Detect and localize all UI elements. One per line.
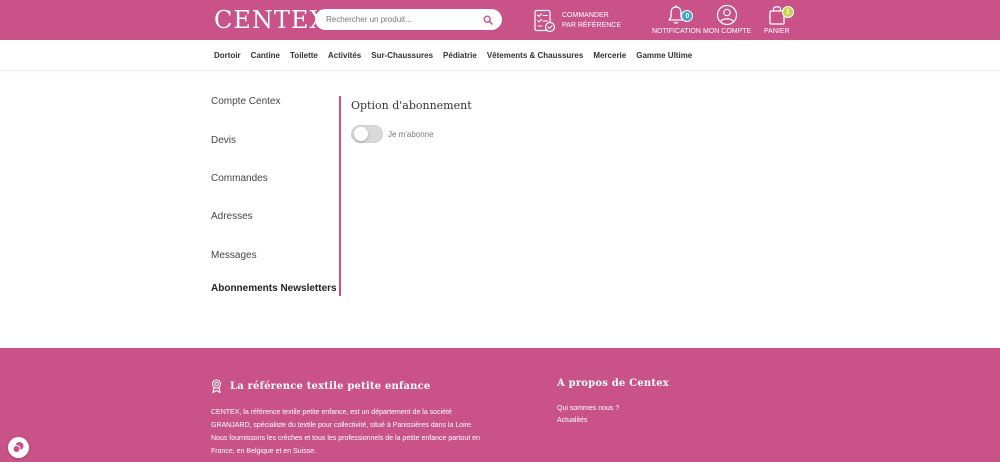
account-button[interactable]: Mon compte: [703, 4, 751, 35]
footer-about-title: La référence textile petite enfance: [230, 380, 431, 392]
nav-item-mercerie[interactable]: Mercerie: [593, 51, 626, 60]
top-header: CENTEX Commander par référence: [0, 0, 1000, 40]
nav-item-activites[interactable]: Activités: [328, 51, 361, 60]
chat-button[interactable]: [8, 437, 29, 458]
cart-label: Panier: [764, 28, 790, 35]
notification-button[interactable]: 0 Notification: [652, 4, 701, 35]
nav-item-sur-chaussures[interactable]: Sur-Chaussures: [371, 51, 433, 60]
sidebar-item-newsletters[interactable]: Abonnements Newsletters: [211, 283, 337, 294]
cart-button[interactable]: 1 Panier: [764, 4, 794, 35]
footer-about-text: CENTEX, la référence textile petite enfa…: [211, 409, 480, 455]
nav-item-pediatrie[interactable]: Pédiatrie: [443, 51, 477, 60]
nav-item-cantine[interactable]: Cantine: [251, 51, 280, 60]
notification-count-badge: 0: [681, 10, 694, 22]
footer: La référence textile petite enfance CENT…: [0, 348, 1000, 462]
sidebar-item-devis[interactable]: Devis: [211, 135, 236, 146]
nav-item-vetements-chaussures[interactable]: Vêtements & Chaussures: [487, 51, 583, 60]
checklist-icon: [534, 9, 556, 33]
subscription-panel: Option d'abonnement Je m'abonne: [351, 99, 472, 143]
subscribe-toggle-row: Je m'abonne: [351, 125, 434, 143]
sidebar-item-compte-centex[interactable]: Compte Centex: [211, 96, 280, 107]
footer-links-title: A propos de Centex: [557, 378, 669, 389]
cart-count-badge: 1: [781, 6, 794, 18]
search-box: [315, 9, 502, 30]
user-icon: [717, 4, 738, 26]
footer-link-actualites[interactable]: Actualités: [557, 415, 669, 427]
nav-item-gamme-ultime[interactable]: Gamme Ultime: [636, 51, 692, 60]
footer-about-column: La référence textile petite enfance CENT…: [211, 379, 491, 458]
nav-item-toilette[interactable]: Toilette: [290, 51, 318, 60]
order-by-reference-label: Commander par référence: [562, 12, 621, 29]
toggle-knob: [354, 127, 368, 141]
footer-link-qui-sommes-nous[interactable]: Qui sommes nous ?: [557, 403, 669, 415]
notification-label: Notification: [652, 28, 701, 35]
page-title: Option d'abonnement: [351, 99, 472, 112]
account-sidebar: Compte Centex Devis Commandes Adresses M…: [211, 96, 341, 296]
subscribe-toggle-label: Je m'abonne: [388, 129, 434, 139]
search-icon[interactable]: [483, 14, 493, 25]
logo-text: CENTEX: [214, 6, 328, 34]
sidebar-item-commandes[interactable]: Commandes: [211, 173, 268, 184]
order-by-reference-button[interactable]: Commander par référence: [532, 9, 622, 33]
search-input[interactable]: [326, 15, 483, 24]
sidebar-item-messages[interactable]: Messages: [211, 250, 257, 261]
subscribe-toggle[interactable]: [351, 125, 383, 143]
sidebar-item-adresses[interactable]: Adresses: [211, 211, 253, 222]
footer-links-column: A propos de Centex Qui sommes nous ? Act…: [557, 378, 669, 427]
page: CENTEX Commander par référence: [0, 0, 1000, 462]
category-nav: Dortoir Cantine Toilette Activités Sur-C…: [0, 40, 1000, 71]
award-ribbon-icon: [211, 379, 222, 393]
nav-item-dortoir[interactable]: Dortoir: [214, 51, 241, 60]
account-label: Mon compte: [703, 28, 752, 35]
chat-bubble-icon: [12, 442, 24, 453]
